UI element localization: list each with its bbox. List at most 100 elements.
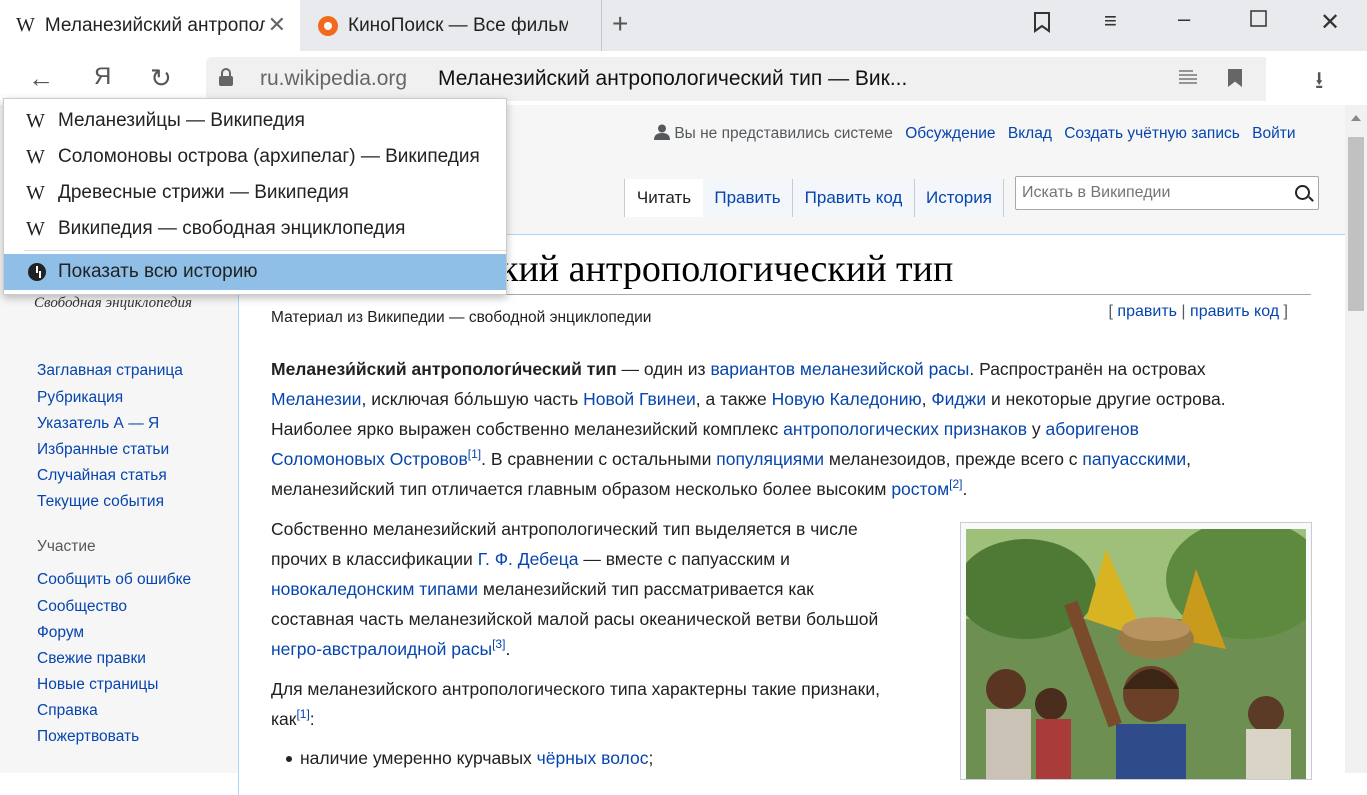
link[interactable]: Соломоновых Островов — [271, 449, 468, 469]
article-term: Меланези́йский антропологи́ческий тип — [271, 359, 617, 379]
text: . Распространён на островах — [969, 359, 1206, 379]
wiki-search-input[interactable] — [1020, 183, 1284, 203]
text: , — [921, 389, 932, 409]
text: , — [1186, 449, 1192, 469]
text: прочих в классификации — [271, 549, 478, 569]
edit-link[interactable]: править — [1117, 303, 1177, 320]
back-arrow-icon[interactable]: ← — [28, 63, 54, 94]
paragraph-intro: Меланези́йский антропологи́ческий тип — … — [271, 354, 1311, 504]
text: и некоторые другие острова. — [986, 389, 1226, 409]
collections-icon[interactable] — [1030, 10, 1054, 40]
sidebar-item-new-pages[interactable]: Новые страницы — [37, 676, 158, 694]
list-item: наличие умеренно курчавых чёрных волос; — [286, 743, 936, 773]
text: меланезийский тип отличается главным обр… — [271, 479, 892, 499]
new-tab-icon[interactable]: + — [612, 8, 628, 40]
sidebar-item-help[interactable]: Справка — [37, 702, 98, 720]
link[interactable]: Фиджи — [931, 389, 986, 409]
suggestion-item[interactable]: W Соломоновы острова (архипелаг) — Википе… — [4, 139, 506, 175]
yandex-button[interactable]: Я — [94, 63, 111, 91]
tab-kinopoisk[interactable]: КиноПоиск — Все фильмы планеты — [302, 0, 602, 51]
sidebar-item-random[interactable]: Случайная статья — [37, 467, 167, 485]
address-domain: ru.wikipedia.org — [260, 67, 408, 90]
suggestion-item[interactable]: W Древесные стрижи — Википедия — [4, 175, 506, 211]
wikipedia-favicon-icon: W — [26, 217, 45, 240]
address-suggestions-dropdown: W Меланезийцы — Википедия W Соломоновы ост… — [3, 98, 507, 295]
tab-edit[interactable]: Править — [703, 179, 793, 217]
reload-icon[interactable]: ↻ — [150, 63, 172, 94]
reference-link[interactable]: [2] — [949, 477, 962, 491]
login-link[interactable]: Войти — [1252, 125, 1295, 142]
link[interactable]: негро-австралоидной расы — [271, 639, 492, 659]
minimize-icon[interactable]: – — [1178, 6, 1190, 32]
maximize-icon[interactable] — [1250, 10, 1268, 34]
suggestion-label: Соломоновы острова (архипелаг) — Википед… — [58, 146, 480, 167]
sidebar-item-main[interactable]: Заглавная страница — [37, 362, 183, 380]
suggestion-item[interactable]: W Википедия — свободная энциклопедия — [4, 211, 506, 247]
page-scrollbar[interactable] — [1345, 105, 1367, 773]
download-icon[interactable]: ⭳ — [1315, 63, 1323, 104]
dropdown-divider — [24, 250, 506, 251]
reader-mode-icon[interactable] — [1178, 68, 1198, 91]
tab-wikipedia[interactable]: W Меланезийский антропологический тип — … — [0, 0, 300, 51]
text: — вместе с папуасским и — [578, 549, 790, 569]
reference-link[interactable]: [1] — [468, 447, 481, 461]
link[interactable]: антропологических признаков — [783, 419, 1027, 439]
browser-toolbar: ← Я ↻ ru.wikipedia.org Меланезийский ант… — [0, 51, 1367, 105]
link[interactable]: ростом — [891, 479, 949, 499]
bookmark-icon[interactable] — [1228, 69, 1242, 87]
tab-title: КиноПоиск — Все фильмы планеты — [348, 14, 568, 36]
sidebar-item-current-events[interactable]: Текущие события — [37, 493, 164, 511]
text: меланезоидов, прежде всего с — [824, 449, 1083, 469]
tab-bar: W Меланезийский антропологический тип — … — [0, 0, 1367, 51]
contributions-link[interactable]: Вклад — [1008, 125, 1052, 142]
suggestion-item[interactable]: W Меланезийцы — Википедия — [4, 103, 506, 139]
search-icon[interactable] — [1295, 185, 1310, 200]
link[interactable]: Новую Каледонию — [772, 389, 922, 409]
sidebar-item-recent-changes[interactable]: Свежие правки — [37, 650, 146, 668]
address-bar[interactable]: ru.wikipedia.org Меланезийский антрополо… — [206, 57, 1266, 101]
text: — один из — [616, 359, 711, 379]
article-photo[interactable] — [966, 529, 1306, 779]
history-label: Показать всю историю — [58, 261, 258, 282]
tab-edit-code[interactable]: Править код — [793, 179, 915, 217]
tab-history[interactable]: История — [915, 179, 1004, 217]
reference-link[interactable]: [3] — [492, 637, 505, 651]
personal-tools: Вы не представились системе Обсуждение В… — [654, 124, 1296, 143]
sidebar-item-community[interactable]: Сообщество — [37, 598, 127, 616]
wiki-search — [1015, 176, 1319, 210]
show-all-history-item[interactable]: Показать всю историю — [4, 254, 506, 290]
tab-read[interactable]: Читать — [624, 179, 704, 217]
close-tab-icon[interactable]: ✕ — [268, 12, 286, 38]
reference-link[interactable]: [1] — [296, 707, 309, 721]
sidebar-item-donate[interactable]: Пожертвовать — [37, 728, 139, 746]
scroll-up-icon[interactable] — [1351, 115, 1361, 121]
sidebar-item-index[interactable]: Указатель А — Я — [37, 415, 159, 433]
sidebar-item-featured[interactable]: Избранные статьи — [37, 441, 169, 459]
link[interactable]: аборигенов — [1046, 419, 1139, 439]
link[interactable]: Новой Гвинеи — [583, 389, 696, 409]
link[interactable]: популяциями — [716, 449, 824, 469]
menu-icon[interactable]: ≡ — [1104, 8, 1117, 34]
link[interactable]: новокаледонским типами — [271, 579, 478, 599]
text: ; — [648, 748, 654, 768]
sidebar-item-rubrication[interactable]: Рубрикация — [37, 389, 123, 407]
link[interactable]: папуасскими — [1082, 449, 1186, 469]
link[interactable]: вариантов меланезийской расы — [710, 359, 969, 379]
text: Собственно меланезийский антропологическ… — [271, 519, 858, 539]
text: . — [505, 639, 511, 659]
text: , а также — [695, 389, 772, 409]
scroll-thumb[interactable] — [1348, 137, 1364, 311]
text: как — [271, 709, 297, 729]
link[interactable]: Меланезии — [271, 389, 361, 409]
clock-icon — [28, 263, 46, 281]
create-account-link[interactable]: Создать учётную запись — [1064, 125, 1240, 142]
section-edit-links: [ править | править код ] — [1108, 303, 1288, 320]
link[interactable]: чёрных волос — [537, 748, 649, 768]
sidebar-item-forum[interactable]: Форум — [37, 624, 84, 642]
sidebar-item-report-error[interactable]: Сообщить об ошибке — [37, 571, 191, 589]
close-window-icon[interactable]: ✕ — [1320, 8, 1340, 37]
kinopoisk-favicon-icon — [318, 15, 338, 36]
link[interactable]: Г. Ф. Дебеца — [478, 549, 579, 569]
talk-link[interactable]: Обсуждение — [905, 125, 995, 142]
edit-code-link[interactable]: править код — [1190, 303, 1279, 320]
